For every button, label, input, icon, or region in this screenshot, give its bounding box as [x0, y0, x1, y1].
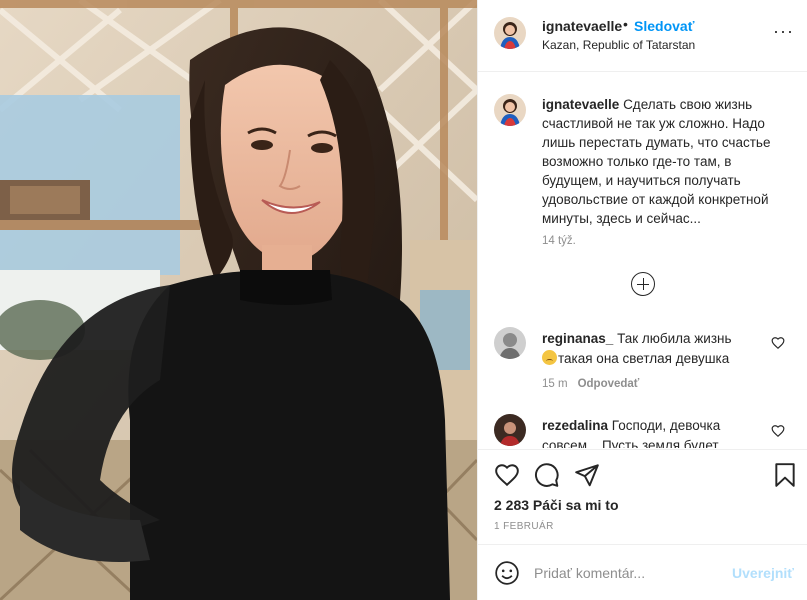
photo-woman-in-black-top	[0, 0, 477, 600]
comment-icon[interactable]	[534, 462, 560, 488]
comment-username[interactable]: rezedalina	[542, 418, 608, 433]
avatar-image	[494, 94, 526, 126]
comment-avatar[interactable]	[494, 414, 526, 446]
location-link[interactable]: Kazan, Republic of Tatarstan	[542, 38, 695, 52]
caption-body: Сделать свою жизнь счастливой не так уж …	[542, 97, 771, 226]
comment-input[interactable]	[534, 559, 734, 587]
caption-avatar[interactable]	[494, 94, 526, 126]
caption-text: ignatevaelle Сделать свою жизнь счастлив…	[542, 95, 782, 228]
smiley-icon[interactable]	[494, 560, 520, 586]
post-comment-button[interactable]: Uverejniť	[732, 565, 794, 581]
bookmark-icon[interactable]	[772, 462, 798, 488]
avatar-image	[494, 414, 526, 446]
separator-dot: •	[623, 16, 628, 32]
header-username[interactable]: ignatevaelle	[542, 18, 622, 34]
heart-icon[interactable]	[494, 462, 520, 488]
avatar-image	[494, 17, 526, 49]
avatar[interactable]	[494, 17, 526, 49]
instagram-post: ignatevaelle • Sledovať Kazan, Republic …	[0, 0, 807, 600]
add-comment-bar: Uverejniť	[478, 544, 807, 600]
action-bar: 2 283 Páči sa mi to 1 FEBRUÁR	[478, 449, 807, 550]
more-options-icon[interactable]: ···	[773, 22, 794, 40]
caption-username[interactable]: ignatevaelle	[542, 97, 619, 112]
list-item: rezedalina Господи, девочка совсем... Пу…	[478, 310, 807, 450]
post-side-panel: ignatevaelle • Sledovať Kazan, Republic …	[477, 0, 807, 600]
comments-list[interactable]: reginanas_ Так любила жизнь такая она св…	[478, 310, 807, 450]
post-date[interactable]: 1 FEBRUÁR	[494, 521, 554, 532]
load-more-comments-icon[interactable]	[631, 272, 655, 296]
comment-text: rezedalina Господи, девочка совсем... Пу…	[542, 416, 762, 448]
likes-count[interactable]: 2 283 Páči sa mi to	[494, 497, 619, 513]
post-photo[interactable]	[0, 0, 477, 600]
paper-plane-icon[interactable]	[574, 462, 600, 488]
follow-button[interactable]: Sledovať	[634, 18, 694, 34]
caption-timestamp[interactable]: 14 týž.	[542, 235, 576, 247]
like-comment-heart-icon[interactable]	[771, 424, 785, 438]
post-header: ignatevaelle • Sledovať Kazan, Republic …	[478, 0, 807, 72]
